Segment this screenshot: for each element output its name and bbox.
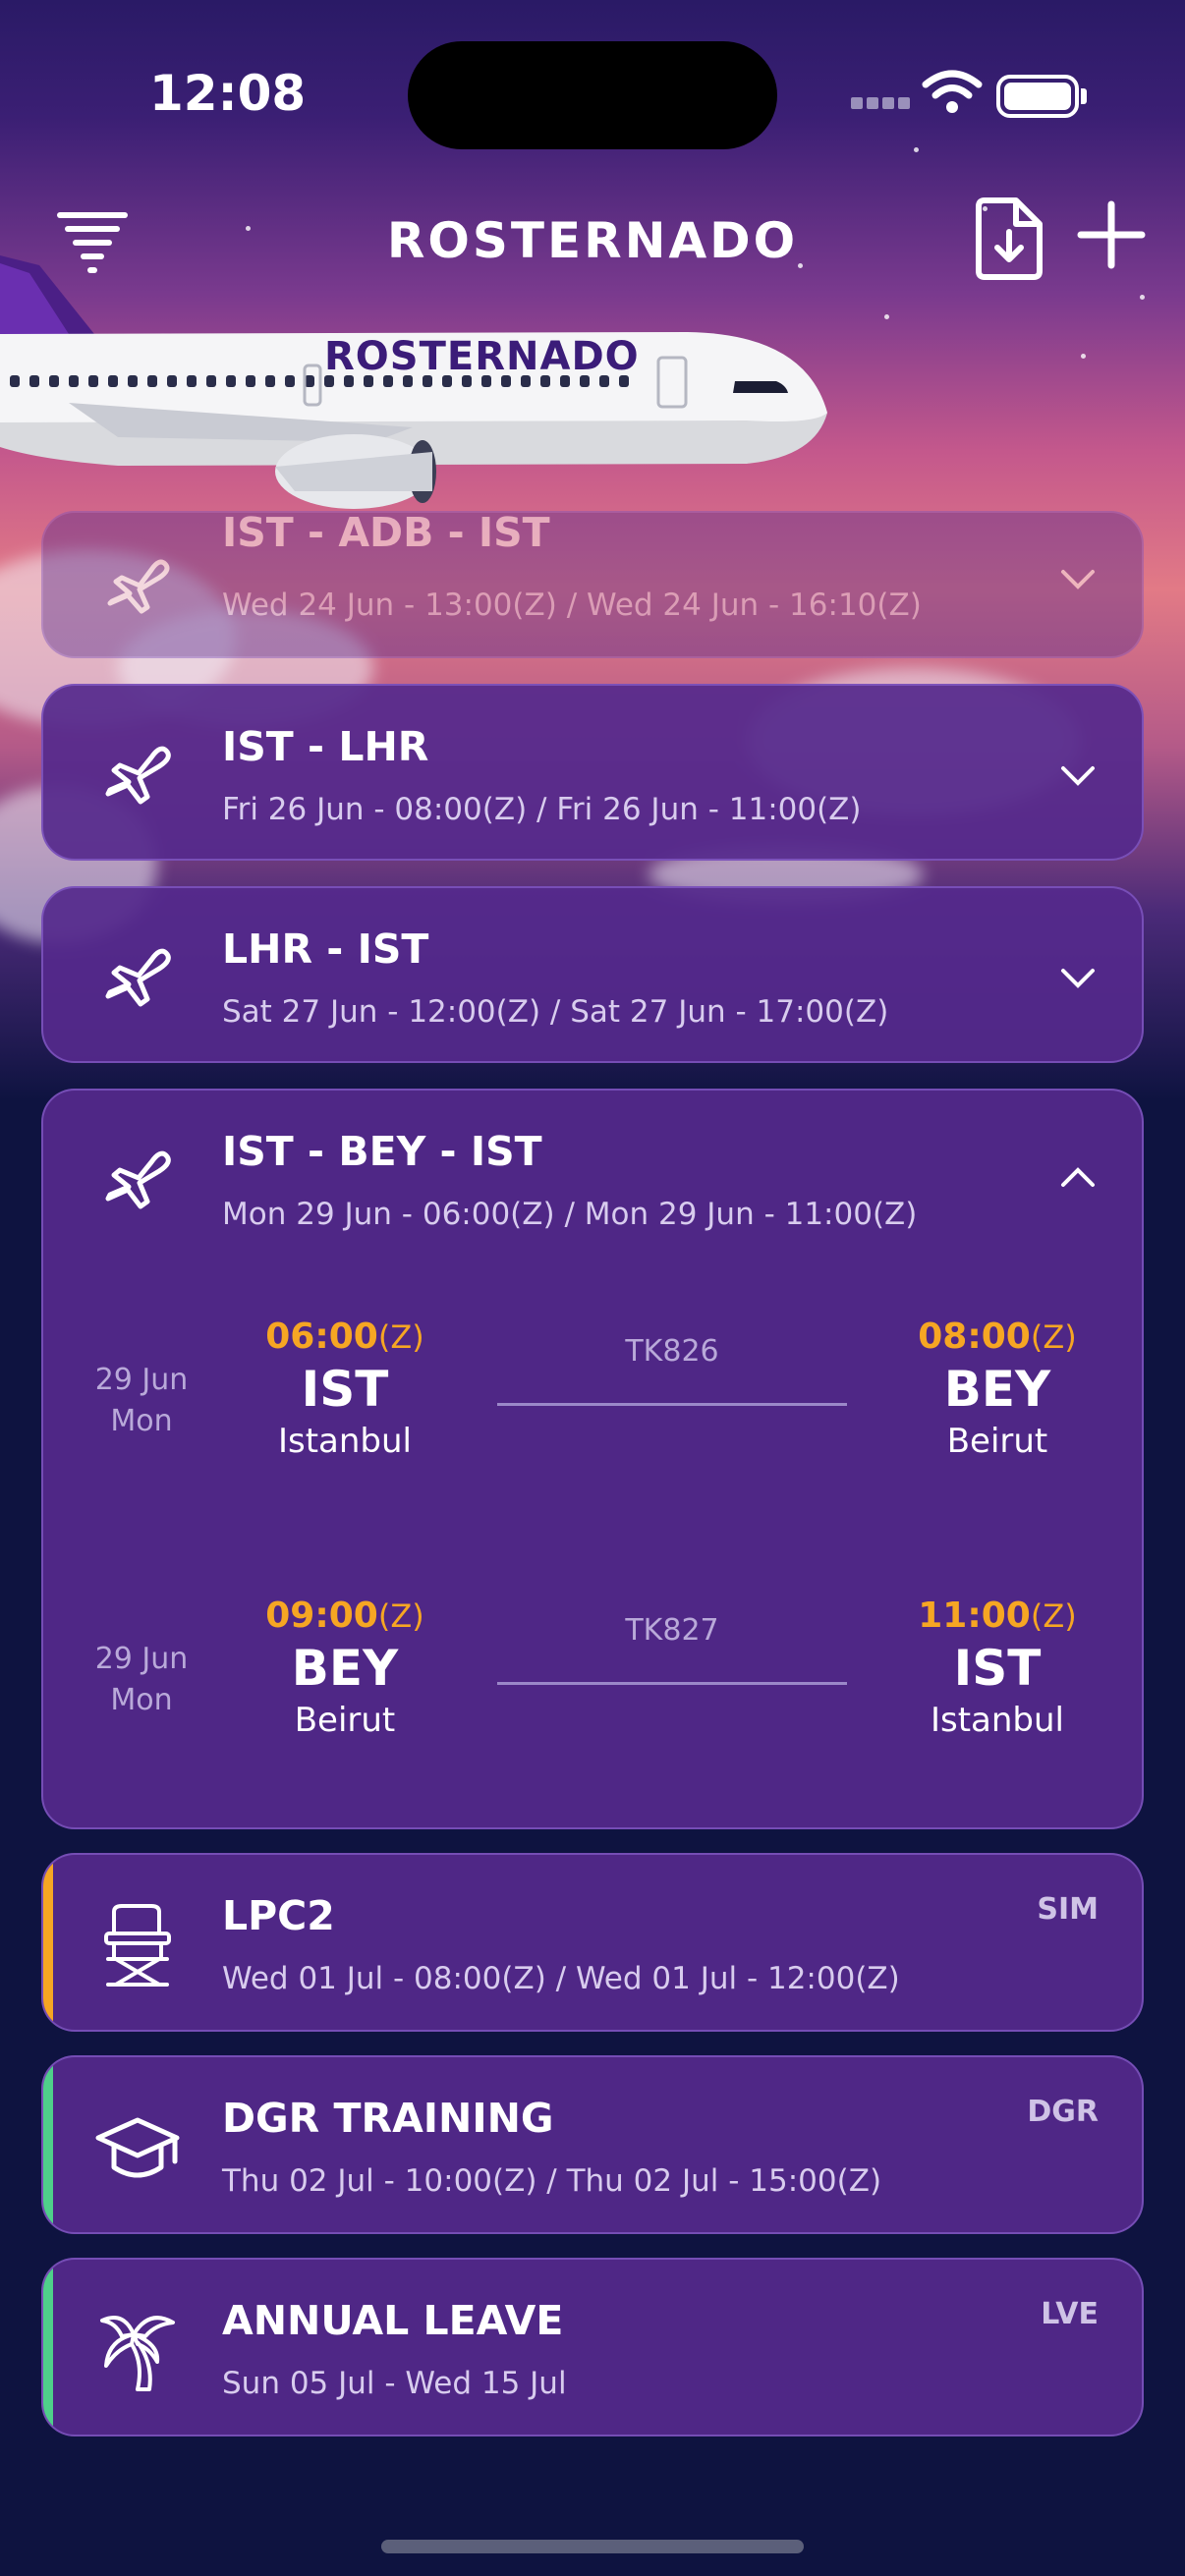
- flight-number: TK826: [625, 1334, 719, 1369]
- download-file-icon[interactable]: [973, 196, 1045, 281]
- duty-accent-bar: [43, 1855, 53, 2030]
- graduation-cap-icon: [95, 2117, 180, 2178]
- departure-airport-code: BEY: [291, 1640, 399, 1697]
- cellular-signal-icon: [851, 94, 914, 113]
- duty-card-lhr-ist[interactable]: LHR - IST Sat 27 Jun - 12:00(Z) / Sat 27…: [41, 886, 1144, 1063]
- arrival-city: Istanbul: [930, 1701, 1065, 1740]
- simulator-chair-icon: [104, 1904, 171, 1987]
- duty-title: IST - BEY - IST: [222, 1128, 542, 1175]
- duty-title: ANNUAL LEAVE: [222, 2297, 564, 2344]
- plane-icon: [105, 746, 171, 805]
- duty-subtitle: Wed 01 Jul - 08:00(Z) / Wed 01 Jul - 12:…: [222, 1961, 900, 1996]
- status-time: 12:08: [149, 65, 307, 122]
- flight-leg: 29 Jun Mon 06:00(Z) IST Istanbul TK826 0…: [43, 1316, 1142, 1513]
- duty-title: LPC2: [222, 1892, 335, 1939]
- battery-tip: [1081, 88, 1087, 104]
- duty-type-code: SIM: [1037, 1892, 1099, 1927]
- departure-city: Beirut: [294, 1701, 396, 1740]
- plane-icon: [107, 559, 170, 614]
- leg-arrival: 11:00(Z) IST Istanbul: [884, 1596, 1110, 1740]
- route-line: [497, 1403, 847, 1406]
- duty-subtitle: Sat 27 Jun - 12:00(Z) / Sat 27 Jun - 17:…: [222, 994, 889, 1030]
- plane-icon: [105, 948, 171, 1007]
- leg-arrival: 08:00(Z) BEY Beirut: [884, 1316, 1110, 1461]
- chevron-up-icon[interactable]: [1055, 1155, 1100, 1201]
- route-line: [497, 1682, 847, 1685]
- chevron-down-icon[interactable]: [1055, 556, 1100, 601]
- leg-date: 29 Jun Mon: [94, 1363, 189, 1438]
- duty-subtitle: Mon 29 Jun - 06:00(Z) / Mon 29 Jun - 11:…: [222, 1197, 918, 1232]
- duty-subtitle: Sun 05 Jul - Wed 15 Jul: [222, 2366, 567, 2401]
- duty-card-ist-lhr[interactable]: IST - LHR Fri 26 Jun - 08:00(Z) / Fri 26…: [41, 684, 1144, 861]
- chevron-down-icon[interactable]: [1055, 753, 1100, 798]
- flight-leg: 29 Jun Mon 09:00(Z) BEY Beirut TK827 11:…: [43, 1596, 1142, 1792]
- departure-city: Istanbul: [277, 1422, 413, 1461]
- duty-card-lpc2[interactable]: LPC2 Wed 01 Jul - 08:00(Z) / Wed 01 Jul …: [41, 1853, 1144, 2032]
- duty-card-ist-adb-ist[interactable]: IST - ADB - IST Wed 24 Jun - 13:00(Z) / …: [41, 511, 1144, 658]
- duty-title: IST - ADB - IST: [222, 511, 550, 556]
- home-indicator[interactable]: [381, 2540, 804, 2553]
- duty-accent-bar: [43, 2260, 53, 2435]
- duty-card-annual-leave[interactable]: ANNUAL LEAVE Sun 05 Jul - Wed 15 Jul LVE: [41, 2258, 1144, 2436]
- add-icon[interactable]: [1075, 198, 1148, 271]
- duty-subtitle: Thu 02 Jul - 10:00(Z) / Thu 02 Jul - 15:…: [222, 2163, 882, 2199]
- chevron-down-icon[interactable]: [1055, 955, 1100, 1000]
- leg-departure: 06:00(Z) IST Istanbul: [232, 1316, 458, 1461]
- duty-title: LHR - IST: [222, 925, 429, 973]
- plane-icon: [105, 1150, 171, 1209]
- status-bar: 12:08: [0, 0, 1185, 177]
- duty-title: DGR TRAINING: [222, 2095, 554, 2142]
- leg-departure: 09:00(Z) BEY Beirut: [232, 1596, 458, 1740]
- duty-subtitle: Wed 24 Jun - 13:00(Z) / Wed 24 Jun - 16:…: [222, 588, 922, 623]
- wifi-icon: [922, 70, 983, 113]
- duty-type-code: LVE: [1041, 2297, 1099, 2331]
- duty-type-code: DGR: [1027, 2095, 1099, 2129]
- duty-card-ist-bey-ist[interactable]: IST - BEY - IST Mon 29 Jun - 06:00(Z) / …: [41, 1089, 1144, 1829]
- flight-number: TK827: [625, 1613, 719, 1648]
- duty-card-dgr-training[interactable]: DGR TRAINING Thu 02 Jul - 10:00(Z) / Thu…: [41, 2055, 1144, 2234]
- arrival-airport-code: BEY: [943, 1361, 1051, 1418]
- departure-airport-code: IST: [301, 1361, 389, 1418]
- airplane-illustration: ROSTERNADO: [0, 255, 845, 511]
- duty-title: IST - LHR: [222, 723, 429, 770]
- arrival-airport-code: IST: [953, 1640, 1042, 1697]
- duty-subtitle: Fri 26 Jun - 08:00(Z) / Fri 26 Jun - 11:…: [222, 792, 862, 827]
- duty-accent-bar: [43, 2057, 53, 2232]
- leg-date: 29 Jun Mon: [94, 1642, 189, 1717]
- battery-icon: [996, 75, 1079, 118]
- arrival-city: Beirut: [946, 1422, 1048, 1461]
- palm-tree-icon: [100, 2316, 175, 2391]
- airplane-livery-text: ROSTERNADO: [324, 334, 640, 379]
- dynamic-island: [408, 41, 777, 149]
